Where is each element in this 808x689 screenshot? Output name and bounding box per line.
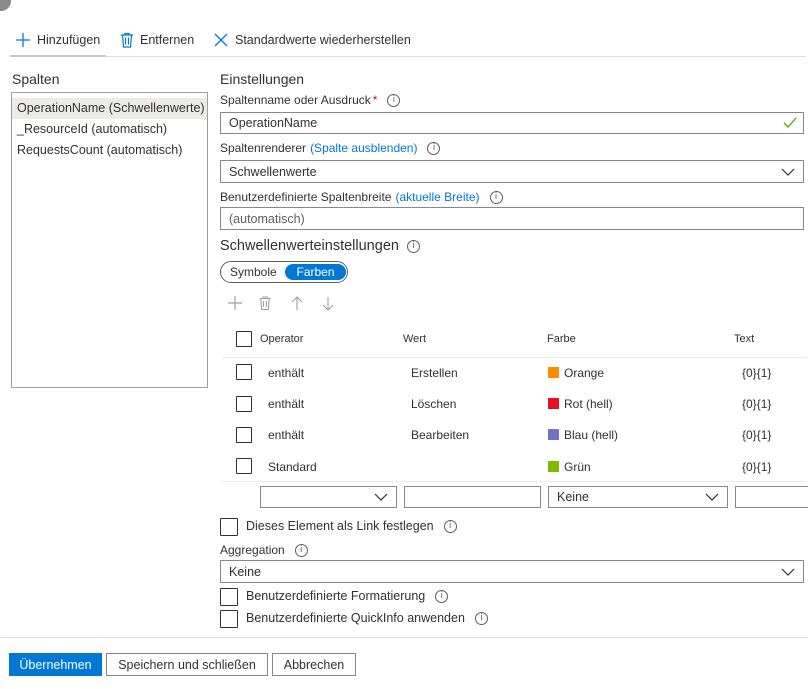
row-color: Grün bbox=[548, 460, 591, 474]
reset-label: Standardwerte wiederherstellen bbox=[235, 33, 411, 47]
color-swatch bbox=[548, 367, 559, 378]
info-icon: i bbox=[427, 141, 441, 155]
color-swatch bbox=[548, 398, 559, 409]
footer-divider bbox=[0, 637, 808, 638]
required-marker: * bbox=[372, 93, 378, 107]
arrow-down-icon[interactable] bbox=[322, 296, 334, 311]
width-label: Benutzerdefinierte Spaltenbreite (aktuel… bbox=[220, 190, 503, 204]
info-icon: i bbox=[406, 239, 420, 253]
list-item[interactable]: OperationName (Schwellenwerte) bbox=[12, 98, 207, 119]
chevron-down-icon bbox=[705, 493, 719, 501]
row-value: Löschen bbox=[411, 397, 457, 411]
settings-title: Einstellungen bbox=[220, 71, 305, 87]
remove-label: Entfernen bbox=[140, 33, 195, 47]
cancel-button[interactable]: Abbrechen bbox=[272, 653, 356, 676]
checkmark-icon bbox=[783, 117, 797, 128]
delete-row-icon[interactable] bbox=[259, 296, 271, 310]
close-icon bbox=[214, 33, 228, 47]
row-checkbox[interactable] bbox=[236, 364, 252, 380]
reset-defaults-button[interactable]: Standardwerte wiederherstellen bbox=[213, 30, 411, 50]
aggregation-dropdown[interactable]: Keine bbox=[220, 560, 804, 583]
plus-icon bbox=[16, 33, 30, 47]
aggregation-value: Keine bbox=[229, 564, 261, 579]
row-color: Rot (hell) bbox=[548, 397, 613, 411]
row-operator: enthält bbox=[268, 366, 305, 380]
apply-button[interactable]: Übernehmen bbox=[9, 653, 102, 676]
row-operator: enthält bbox=[268, 397, 305, 411]
column-width-placeholder: (automatisch) bbox=[229, 211, 305, 226]
info-icon: i bbox=[387, 93, 401, 107]
add-button[interactable]: Hinzufügen bbox=[15, 30, 100, 50]
list-item[interactable]: RequestsCount (automatisch) bbox=[12, 140, 207, 161]
header-text: Text bbox=[734, 333, 755, 345]
custom-format-checkbox[interactable] bbox=[220, 588, 238, 606]
new-operator-dropdown[interactable] bbox=[260, 486, 397, 508]
info-icon: i bbox=[443, 519, 457, 533]
list-item[interactable]: _ResourceId (automatisch) bbox=[12, 119, 207, 140]
info-icon: i bbox=[489, 190, 503, 204]
header-divider bbox=[222, 357, 806, 358]
row-checkbox[interactable] bbox=[236, 427, 252, 443]
row-text: {0}{1} bbox=[742, 366, 772, 380]
color-swatch bbox=[548, 429, 559, 440]
link-checkbox[interactable] bbox=[220, 518, 238, 536]
column-name-value: OperationName bbox=[229, 116, 318, 130]
custom-format-label: Benutzerdefinierte Formatierung i bbox=[246, 589, 449, 603]
renderer-label: Spaltenrenderer (Spalte ausblenden) i bbox=[220, 141, 441, 155]
info-icon: i bbox=[435, 589, 449, 603]
hide-column-link[interactable]: (Spalte ausblenden) bbox=[310, 141, 417, 155]
remove-button[interactable]: Entfernen bbox=[120, 30, 194, 50]
icons-colors-toggle[interactable]: Symbole Farben bbox=[220, 261, 348, 283]
row-checkbox[interactable] bbox=[236, 396, 252, 412]
chevron-down-icon bbox=[781, 568, 795, 576]
column-name-input[interactable]: OperationName bbox=[220, 112, 804, 134]
row-checkbox[interactable] bbox=[236, 458, 252, 474]
renderer-value: Schwellenwerte bbox=[229, 164, 317, 179]
toggle-option-symbols[interactable]: Symbole bbox=[230, 264, 277, 280]
columns-title: Spalten bbox=[12, 71, 60, 87]
column-name-label: Spaltenname oder Ausdruck * i bbox=[220, 93, 401, 107]
new-value-input[interactable] bbox=[404, 486, 541, 508]
custom-tooltip-checkbox[interactable] bbox=[220, 610, 238, 628]
chevron-down-icon bbox=[781, 168, 795, 176]
renderer-dropdown[interactable]: Schwellenwerte bbox=[220, 160, 804, 183]
header-color: Farbe bbox=[547, 333, 576, 345]
trash-icon bbox=[121, 32, 133, 48]
header-operator: Operator bbox=[260, 333, 304, 345]
row-operator: Standard bbox=[268, 460, 317, 474]
new-color-dropdown[interactable]: Keine bbox=[548, 486, 728, 508]
columns-list[interactable]: OperationName (Schwellenwerte) _Resource… bbox=[11, 92, 208, 388]
add-row-icon[interactable] bbox=[228, 296, 242, 310]
color-swatch bbox=[548, 461, 559, 472]
info-icon: i bbox=[294, 543, 308, 557]
chevron-down-icon bbox=[374, 493, 388, 501]
row-value: Bearbeiten bbox=[411, 428, 470, 442]
new-color-value: Keine bbox=[557, 490, 589, 504]
arrow-up-icon[interactable] bbox=[291, 296, 303, 311]
toolbar-focus-indicator bbox=[10, 55, 106, 57]
header-value: Wert bbox=[403, 333, 427, 345]
toggle-option-colors[interactable]: Farben bbox=[285, 264, 346, 280]
thresholds-title: Schwellenwerteinstellungen i bbox=[220, 238, 420, 254]
current-width-link[interactable]: (aktuelle Breite) bbox=[395, 190, 479, 204]
avatar bbox=[0, 0, 11, 11]
new-text-input[interactable] bbox=[735, 486, 808, 508]
row-color: Blau (hell) bbox=[548, 428, 618, 442]
row-color: Orange bbox=[548, 366, 604, 380]
column-width-input[interactable]: (automatisch) bbox=[220, 207, 804, 230]
row-value: Erstellen bbox=[411, 366, 458, 380]
info-icon: i bbox=[474, 611, 488, 625]
add-label: Hinzufügen bbox=[37, 33, 101, 47]
toolbar-divider bbox=[10, 56, 806, 57]
save-and-close-button[interactable]: Speichern und schließen bbox=[106, 653, 268, 676]
row-text: {0}{1} bbox=[742, 460, 772, 474]
row-operator: enthält bbox=[268, 428, 305, 442]
link-label: Dieses Element als Link festlegen i bbox=[246, 519, 457, 533]
row-text: {0}{1} bbox=[742, 397, 772, 411]
row-divider bbox=[222, 481, 806, 482]
custom-tooltip-label: Benutzerdefinierte QuickInfo anwenden i bbox=[246, 611, 488, 625]
select-all-checkbox[interactable] bbox=[236, 331, 252, 347]
aggregation-label: Aggregation i bbox=[220, 543, 308, 557]
row-text: {0}{1} bbox=[742, 428, 772, 442]
